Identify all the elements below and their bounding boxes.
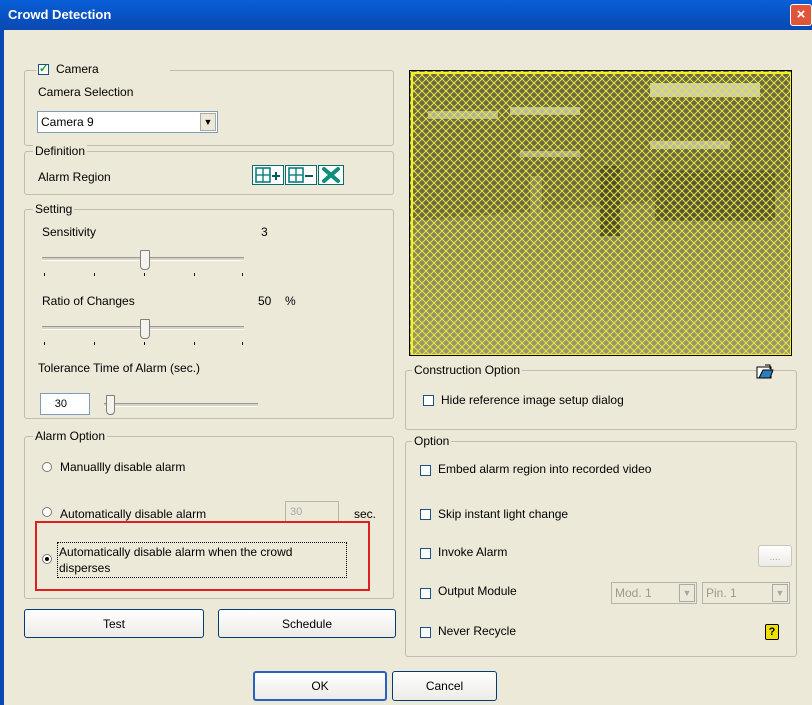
remove-region-icon[interactable] <box>285 165 317 185</box>
hide-reference-label[interactable]: Hide reference image setup dialog <box>441 393 624 407</box>
ok-button[interactable]: OK <box>253 671 387 701</box>
skip-light-label[interactable]: Skip instant light change <box>438 507 568 521</box>
skip-light-checkbox[interactable] <box>420 509 431 520</box>
setting-group-label: Setting <box>33 202 75 216</box>
clear-region-icon[interactable] <box>318 165 344 185</box>
auto-disable-seconds-value: 30 <box>290 506 303 518</box>
pin-select[interactable]: Pin. 1 ▼ <box>702 582 790 604</box>
cancel-button-label: Cancel <box>425 679 464 693</box>
schedule-button[interactable]: Schedule <box>218 609 396 638</box>
slider-track <box>104 403 258 407</box>
test-button[interactable]: Test <box>24 609 204 638</box>
alarm-region-label: Alarm Region <box>38 170 111 184</box>
slider-tick <box>44 273 45 276</box>
test-button-label: Test <box>102 617 125 631</box>
sensitivity-value: 3 <box>261 225 268 239</box>
window-border <box>0 30 4 705</box>
setting-group <box>24 209 394 419</box>
camera-preview-image <box>409 70 792 356</box>
manual-disable-label[interactable]: Manuallly disable alarm <box>60 460 185 474</box>
slider-tick <box>144 273 145 276</box>
title-bar[interactable]: Crowd Detection × <box>0 0 812 30</box>
chevron-down-icon[interactable]: ▼ <box>679 584 695 602</box>
ratio-label: Ratio of Changes <box>42 294 135 308</box>
slider-tick <box>94 273 95 276</box>
slider-tick <box>242 273 243 276</box>
ok-button-label: OK <box>311 679 329 693</box>
option-group-label: Option <box>412 434 452 448</box>
sensitivity-label: Sensitivity <box>42 225 97 239</box>
never-recycle-checkbox[interactable] <box>420 627 431 638</box>
slider-tick <box>144 342 145 345</box>
chevron-down-icon[interactable]: ▼ <box>772 584 788 602</box>
tolerance-slider[interactable] <box>100 393 260 417</box>
ratio-unit: % <box>285 294 296 308</box>
slider-tick <box>242 342 243 345</box>
auto-disable-unit: sec. <box>354 507 377 521</box>
auto-disable-radio[interactable] <box>42 507 52 517</box>
add-region-icon[interactable] <box>252 165 284 185</box>
module-select[interactable]: Mod. 1 ▼ <box>611 582 697 604</box>
camera-checkbox[interactable] <box>38 62 49 75</box>
schedule-button-label: Schedule <box>281 617 333 631</box>
manual-disable-radio[interactable] <box>42 462 52 472</box>
slider-tick <box>194 273 195 276</box>
invoke-alarm-label[interactable]: Invoke Alarm <box>438 545 507 559</box>
highlight-box <box>35 521 370 591</box>
ratio-slider[interactable] <box>40 317 246 347</box>
sensitivity-slider[interactable] <box>40 248 246 278</box>
camera-label: Camera <box>56 62 99 76</box>
close-button[interactable]: × <box>790 4 812 26</box>
tolerance-label: Tolerance Time of Alarm (sec.) <box>38 361 201 375</box>
output-module-checkbox[interactable] <box>420 588 431 599</box>
window-title: Crowd Detection <box>8 7 112 22</box>
module-select-value: Mod. 1 <box>615 586 652 600</box>
slider-thumb[interactable] <box>106 395 115 415</box>
slider-thumb[interactable] <box>140 319 150 339</box>
embed-region-checkbox[interactable] <box>420 465 431 476</box>
auto-disable-label[interactable]: Automatically disable alarm <box>60 507 206 521</box>
crowd-detection-dialog: Crowd Detection × Camera Camera Selectio… <box>0 0 812 705</box>
hide-reference-checkbox[interactable] <box>423 395 434 406</box>
preview-scene <box>410 71 791 355</box>
output-module-label[interactable]: Output Module <box>438 584 517 598</box>
slider-thumb[interactable] <box>140 250 150 270</box>
tolerance-input[interactable]: 30 <box>40 393 90 415</box>
camera-group-header: Camera <box>36 62 170 78</box>
ratio-value: 50 <box>258 294 272 308</box>
alarm-option-group-label: Alarm Option <box>33 429 108 443</box>
construction-option-label: Construction Option <box>412 363 523 377</box>
chevron-down-icon[interactable]: ▼ <box>200 113 216 131</box>
open-folder-icon[interactable] <box>756 363 774 379</box>
never-recycle-label[interactable]: Never Recycle <box>438 624 516 638</box>
embed-region-label[interactable]: Embed alarm region into recorded video <box>438 462 651 476</box>
slider-tick <box>194 342 195 345</box>
pin-select-value: Pin. 1 <box>706 586 737 600</box>
camera-group <box>24 70 394 146</box>
browse-button-label: .... <box>769 552 781 563</box>
slider-tick <box>44 342 45 345</box>
cancel-button[interactable]: Cancel <box>392 671 497 701</box>
camera-select-value: Camera 9 <box>41 115 94 129</box>
slider-tick <box>94 342 95 345</box>
definition-group-label: Definition <box>33 144 88 158</box>
camera-select[interactable]: Camera 9 ▼ <box>37 111 218 133</box>
tolerance-value: 30 <box>54 398 67 410</box>
invoke-alarm-checkbox[interactable] <box>420 548 431 559</box>
invoke-alarm-browse-button[interactable]: .... <box>758 545 792 567</box>
auto-disable-seconds-input[interactable]: 30 <box>285 501 339 523</box>
help-icon[interactable]: ? <box>765 624 779 640</box>
camera-selection-label: Camera Selection <box>38 85 134 99</box>
